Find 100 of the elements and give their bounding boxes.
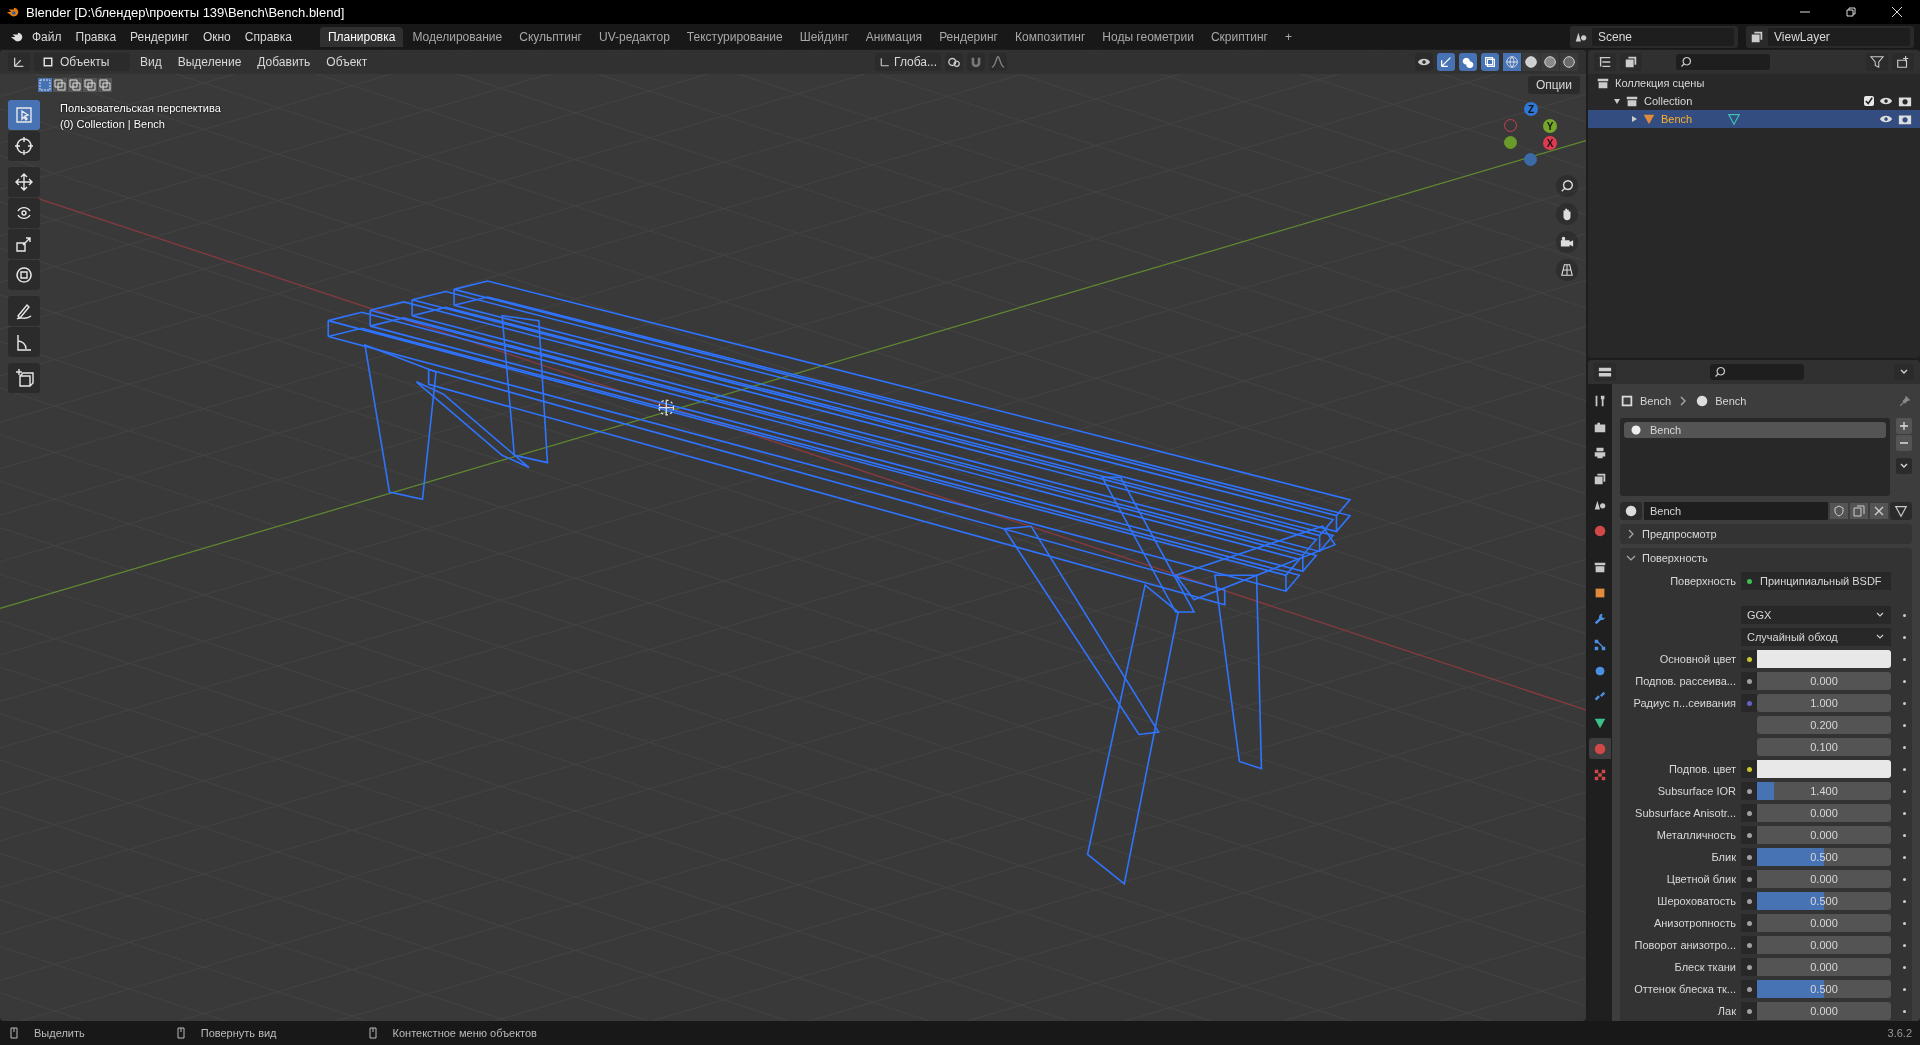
socket-button[interactable] xyxy=(1741,914,1757,932)
menu-item[interactable]: Выделение xyxy=(171,53,248,71)
outliner-row[interactable]: Коллекция сцены xyxy=(1588,74,1920,92)
value-field[interactable]: 0.100 xyxy=(1757,738,1891,756)
keyframe-dot[interactable] xyxy=(1902,613,1906,617)
unlink-button[interactable] xyxy=(1870,503,1888,519)
menu-item[interactable]: Файл xyxy=(26,27,68,46)
workspace-tab[interactable]: Скульптинг xyxy=(511,26,590,47)
gizmo-negative-y-handle[interactable] xyxy=(1504,136,1517,149)
options-dropdown[interactable]: Опции xyxy=(1527,76,1580,94)
keyframe-dot[interactable] xyxy=(1902,987,1906,991)
link-dropdown[interactable] xyxy=(1890,502,1912,520)
workspace-tab[interactable]: Скриптинг xyxy=(1202,26,1276,47)
socket-button[interactable] xyxy=(1741,980,1757,998)
gizmo-toggle-icon[interactable] xyxy=(1437,53,1455,71)
socket-button[interactable] xyxy=(1741,870,1757,888)
exclude-checkbox[interactable] xyxy=(1864,96,1874,106)
search-field[interactable] xyxy=(1676,54,1770,70)
dropdown[interactable]: GGX xyxy=(1741,606,1891,624)
value-slider[interactable]: 0.000 xyxy=(1757,936,1891,954)
outliner-row[interactable]: Collection xyxy=(1588,92,1920,110)
add-workspace-button[interactable]: + xyxy=(1276,26,1300,47)
gizmo-x-handle[interactable]: X xyxy=(1543,136,1557,150)
menu-item[interactable]: Добавить xyxy=(251,53,317,71)
keyframe-dot[interactable] xyxy=(1902,635,1906,639)
disclosure-triangle-icon[interactable] xyxy=(1632,116,1637,122)
value-slider[interactable]: 0.000 xyxy=(1757,958,1891,976)
add-slot-button[interactable] xyxy=(1896,418,1912,434)
keyframe-dot[interactable] xyxy=(1902,811,1906,815)
keyframe-dot[interactable] xyxy=(1902,855,1906,859)
bench-wireframe-drawing[interactable] xyxy=(327,280,1352,886)
editor-type-button[interactable] xyxy=(8,53,30,71)
tool-button[interactable] xyxy=(8,198,40,228)
socket-button[interactable] xyxy=(1741,826,1757,844)
socket-button[interactable] xyxy=(1741,1002,1757,1020)
scene-selector[interactable]: Scene xyxy=(1570,25,1738,48)
keyframe-dot[interactable] xyxy=(1902,657,1906,661)
value-slider[interactable]: 0.000 xyxy=(1757,826,1891,844)
view-layer-selector[interactable]: ViewLayer xyxy=(1746,25,1914,48)
material-slot[interactable]: Bench xyxy=(1624,422,1886,438)
value-slider[interactable]: 0.000 xyxy=(1757,870,1891,888)
pin-icon[interactable] xyxy=(1898,394,1912,408)
view-layer-dropdown[interactable] xyxy=(1620,53,1642,71)
overlays-icon[interactable] xyxy=(1459,53,1477,71)
keyframe-dot[interactable] xyxy=(1902,723,1906,727)
socket-button[interactable] xyxy=(1741,650,1757,668)
half-sphere-icon[interactable] xyxy=(1541,53,1559,71)
workspace-tab[interactable]: Текстурирование xyxy=(678,26,791,47)
solid-sphere-icon[interactable] xyxy=(1522,53,1540,71)
remove-slot-button[interactable] xyxy=(1896,435,1912,451)
display-mode-dropdown[interactable] xyxy=(1594,53,1616,71)
shader-selector[interactable]: Принципиальный BSDF xyxy=(1741,572,1891,590)
pan-button[interactable] xyxy=(1556,203,1578,225)
filter-dropdown[interactable] xyxy=(1866,53,1888,71)
workspace-tab[interactable]: Планировка xyxy=(319,26,404,47)
keyframe-dot[interactable] xyxy=(1902,965,1906,969)
keyframe-dot[interactable] xyxy=(1902,833,1906,837)
tool-button[interactable] xyxy=(8,327,40,357)
selection-mode-icon[interactable] xyxy=(83,78,97,92)
socket-button[interactable] xyxy=(1741,958,1757,976)
selection-mode-icon[interactable] xyxy=(53,78,67,92)
tool-button[interactable] xyxy=(8,167,40,197)
slot-menu-button[interactable] xyxy=(1896,458,1912,474)
gizmo-z-handle[interactable]: Z xyxy=(1524,102,1538,116)
socket-button[interactable] xyxy=(1741,760,1757,778)
panel-header[interactable]: Поверхность xyxy=(1620,548,1912,568)
workspace-tab[interactable]: Композитинг xyxy=(1006,26,1094,47)
menu-item[interactable]: Рендеринг xyxy=(124,27,195,46)
fake-user-button[interactable] xyxy=(1830,503,1848,519)
gizmo-negative-z-handle[interactable] xyxy=(1524,153,1537,166)
menu-item[interactable]: Правка xyxy=(69,27,123,46)
tool-button[interactable] xyxy=(8,363,40,393)
socket-button[interactable] xyxy=(1741,804,1757,822)
tool-button[interactable] xyxy=(8,229,40,259)
options-dropdown[interactable] xyxy=(1894,364,1914,380)
socket-button[interactable] xyxy=(1741,936,1757,954)
color-swatch[interactable] xyxy=(1757,650,1891,668)
disclosure-triangle-icon[interactable] xyxy=(1614,98,1620,104)
editor-type-button[interactable] xyxy=(1594,363,1616,381)
value-slider[interactable]: 1.400 xyxy=(1757,782,1891,800)
projection-toggle-button[interactable] xyxy=(1556,259,1578,281)
value-slider[interactable]: 0.500 xyxy=(1757,980,1891,998)
link-rings-icon[interactable] xyxy=(945,53,963,71)
value-slider[interactable]: 0.000 xyxy=(1757,672,1891,690)
menu-item[interactable]: Окно xyxy=(196,27,237,46)
workspace-tab[interactable]: Шейдинг xyxy=(791,26,857,47)
keyframe-dot[interactable] xyxy=(1902,1009,1906,1013)
value-field[interactable]: 1.000 xyxy=(1757,694,1891,712)
workspace-tab[interactable]: Моделирование xyxy=(404,26,511,47)
tool-button[interactable] xyxy=(8,260,40,290)
tool-button[interactable] xyxy=(8,131,40,161)
eye-icon[interactable] xyxy=(1415,53,1433,71)
value-slider[interactable]: 0.500 xyxy=(1757,848,1891,866)
workspace-tab[interactable]: Ноды геометрии xyxy=(1094,26,1202,47)
search-field[interactable] xyxy=(1710,364,1804,380)
menu-item[interactable]: Вид xyxy=(134,53,168,71)
tool-button[interactable] xyxy=(8,296,40,326)
socket-button[interactable] xyxy=(1741,672,1757,690)
keyframe-dot[interactable] xyxy=(1902,767,1906,771)
keyframe-dot[interactable] xyxy=(1902,679,1906,683)
